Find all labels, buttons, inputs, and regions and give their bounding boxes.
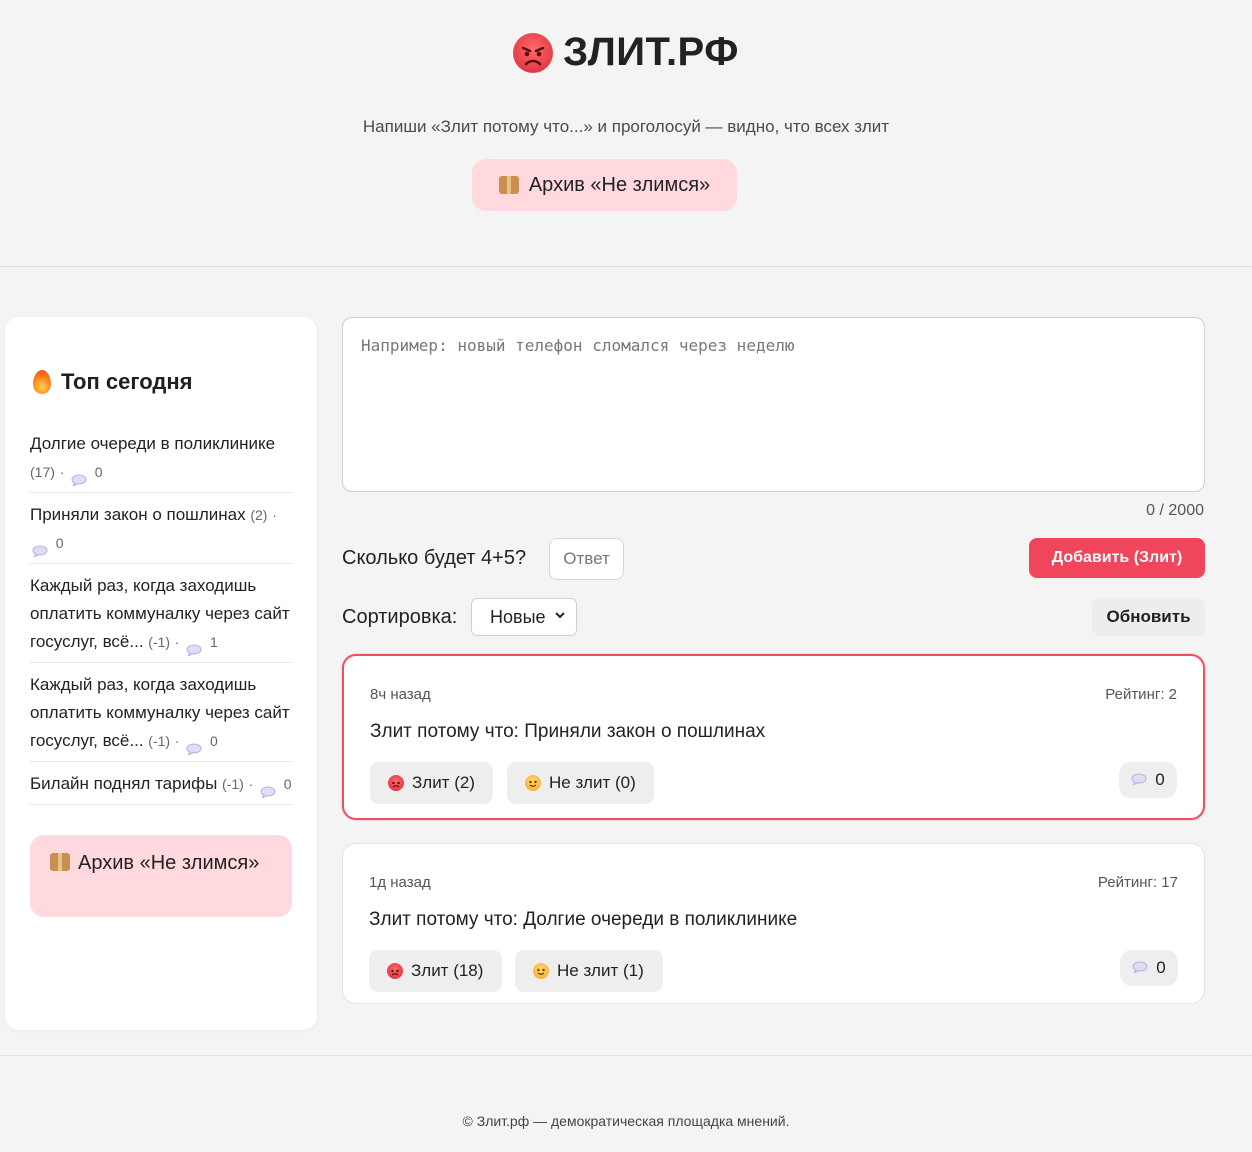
package-icon	[50, 853, 70, 871]
archive-button[interactable]: Архив «Не злимся»	[472, 159, 737, 211]
top-item-comments: 0	[209, 733, 218, 749]
angry-vote-label: Злит (18)	[411, 961, 484, 980]
top-item-score: (-1)	[148, 733, 171, 749]
post-rating: Рейтинг: 2	[1105, 686, 1177, 703]
separator: ·	[174, 733, 180, 749]
top-item-comments: 1	[209, 634, 218, 650]
comments-button[interactable]: 0	[1120, 950, 1178, 986]
top-item-text: Долгие очереди в поликлинике	[30, 434, 276, 453]
top-item-score: (-1)	[222, 776, 244, 792]
top-item[interactable]: Билайн поднял тарифы (-1) · 0	[30, 770, 292, 805]
sort-select[interactable]: Новые	[471, 598, 577, 636]
comment-bubble-icon	[71, 467, 87, 488]
comment-bubble-icon	[186, 637, 202, 658]
sidebar-heading: Топ сегодня	[33, 369, 192, 395]
tagline: Напиши «Злит потому что...» и проголосуй…	[362, 117, 890, 136]
refresh-button[interactable]: Обновить	[1092, 598, 1205, 636]
angry-face-icon	[388, 775, 404, 791]
comment-bubble-icon	[1132, 958, 1148, 978]
char-counter: 0 / 2000	[1146, 502, 1204, 519]
package-icon	[498, 176, 519, 194]
post-text: Злит потому что: Долгие очереди в поликл…	[369, 909, 798, 930]
top-item-comments: 0	[55, 535, 64, 551]
archive-button-label: Архив «Не злимся»	[528, 173, 711, 196]
post-rating: Рейтинг: 17	[1097, 874, 1178, 891]
top-item-score: (2)	[250, 507, 268, 523]
calm-vote-label: Не злит (1)	[557, 961, 644, 980]
calm-vote-button[interactable]: Не злит (1)	[515, 950, 663, 992]
top-item[interactable]: Каждый раз, когда заходишь оплатить комм…	[30, 572, 292, 663]
top-item-score: (-1)	[148, 634, 171, 650]
smile-face-icon	[533, 963, 549, 979]
comments-count: 0	[1156, 958, 1166, 977]
post-card: 8ч назад Рейтинг: 2 Злит потому что: При…	[342, 654, 1205, 820]
complaint-textarea[interactable]: Например: новый телефон сломался через н…	[342, 317, 1205, 492]
separator: ·	[248, 776, 254, 792]
top-list: Долгие очереди в поликлинике (17) · 0 Пр…	[30, 430, 292, 813]
sidebar-archive-label: Архив «Не злимся»	[78, 852, 260, 874]
top-item-comments: 0	[94, 464, 103, 480]
footer-divider	[0, 1055, 1252, 1056]
captcha-input[interactable]: Ответ	[549, 538, 624, 580]
comment-bubble-icon	[32, 538, 48, 559]
sort-selected-value: Новые	[490, 606, 546, 627]
separator: ·	[174, 634, 180, 650]
angry-face-icon	[513, 32, 554, 73]
post-text: Злит потому что: Приняли закон о пошлина…	[370, 721, 766, 742]
post-card: 1д назад Рейтинг: 17 Злит потому что: До…	[342, 843, 1205, 1004]
angry-vote-label: Злит (2)	[412, 773, 475, 792]
sidebar-archive-button[interactable]: Архив «Не злимся»	[30, 835, 292, 917]
top-item[interactable]: Долгие очереди в поликлинике (17) · 0	[30, 430, 292, 493]
separator: ·	[59, 464, 65, 480]
comment-bubble-icon	[1131, 770, 1147, 790]
post-time: 8ч назад	[370, 686, 431, 703]
header: ЗЛИТ.РФ Напиши «Злит потому что...» и пр…	[0, 0, 1252, 267]
site-title: ЗЛИТ.РФ	[563, 30, 739, 74]
top-item-score: (17)	[30, 464, 55, 480]
top-item[interactable]: Приняли закон о пошлинах (2) · 0	[30, 501, 292, 564]
angry-vote-button[interactable]: Злит (18)	[369, 950, 502, 992]
calm-vote-button[interactable]: Не злит (0)	[507, 762, 654, 804]
top-item-text: Билайн поднял тарифы	[30, 774, 218, 793]
post-time: 1д назад	[369, 874, 431, 891]
comment-bubble-icon	[186, 736, 202, 757]
top-item-comments: 0	[283, 776, 292, 792]
sidebar-title: Топ сегодня	[61, 369, 193, 394]
top-item[interactable]: Каждый раз, когда заходишь оплатить комм…	[30, 671, 292, 762]
comments-count: 0	[1155, 770, 1165, 789]
calm-vote-label: Не злит (0)	[549, 773, 636, 792]
comments-button[interactable]: 0	[1119, 762, 1177, 798]
separator: ·	[272, 507, 277, 523]
fire-icon	[33, 370, 51, 394]
comment-bubble-icon	[260, 779, 276, 800]
angry-face-icon	[387, 963, 403, 979]
angry-vote-button[interactable]: Злит (2)	[370, 762, 493, 804]
footer-text: © Злит.рф — демократическая площадка мне…	[462, 1113, 790, 1129]
chevron-down-icon	[554, 608, 566, 624]
logo: ЗЛИТ.РФ	[0, 30, 1252, 75]
top-item-text: Приняли закон о пошлинах	[30, 505, 246, 524]
sort-label: Сортировка:	[342, 606, 458, 628]
captcha-question: Сколько будет 4+5?	[342, 547, 527, 569]
smile-face-icon	[525, 775, 541, 791]
top-today-sidebar: Топ сегодня Долгие очереди в поликлинике…	[5, 317, 317, 1030]
add-button[interactable]: Добавить (Злит)	[1029, 538, 1205, 578]
